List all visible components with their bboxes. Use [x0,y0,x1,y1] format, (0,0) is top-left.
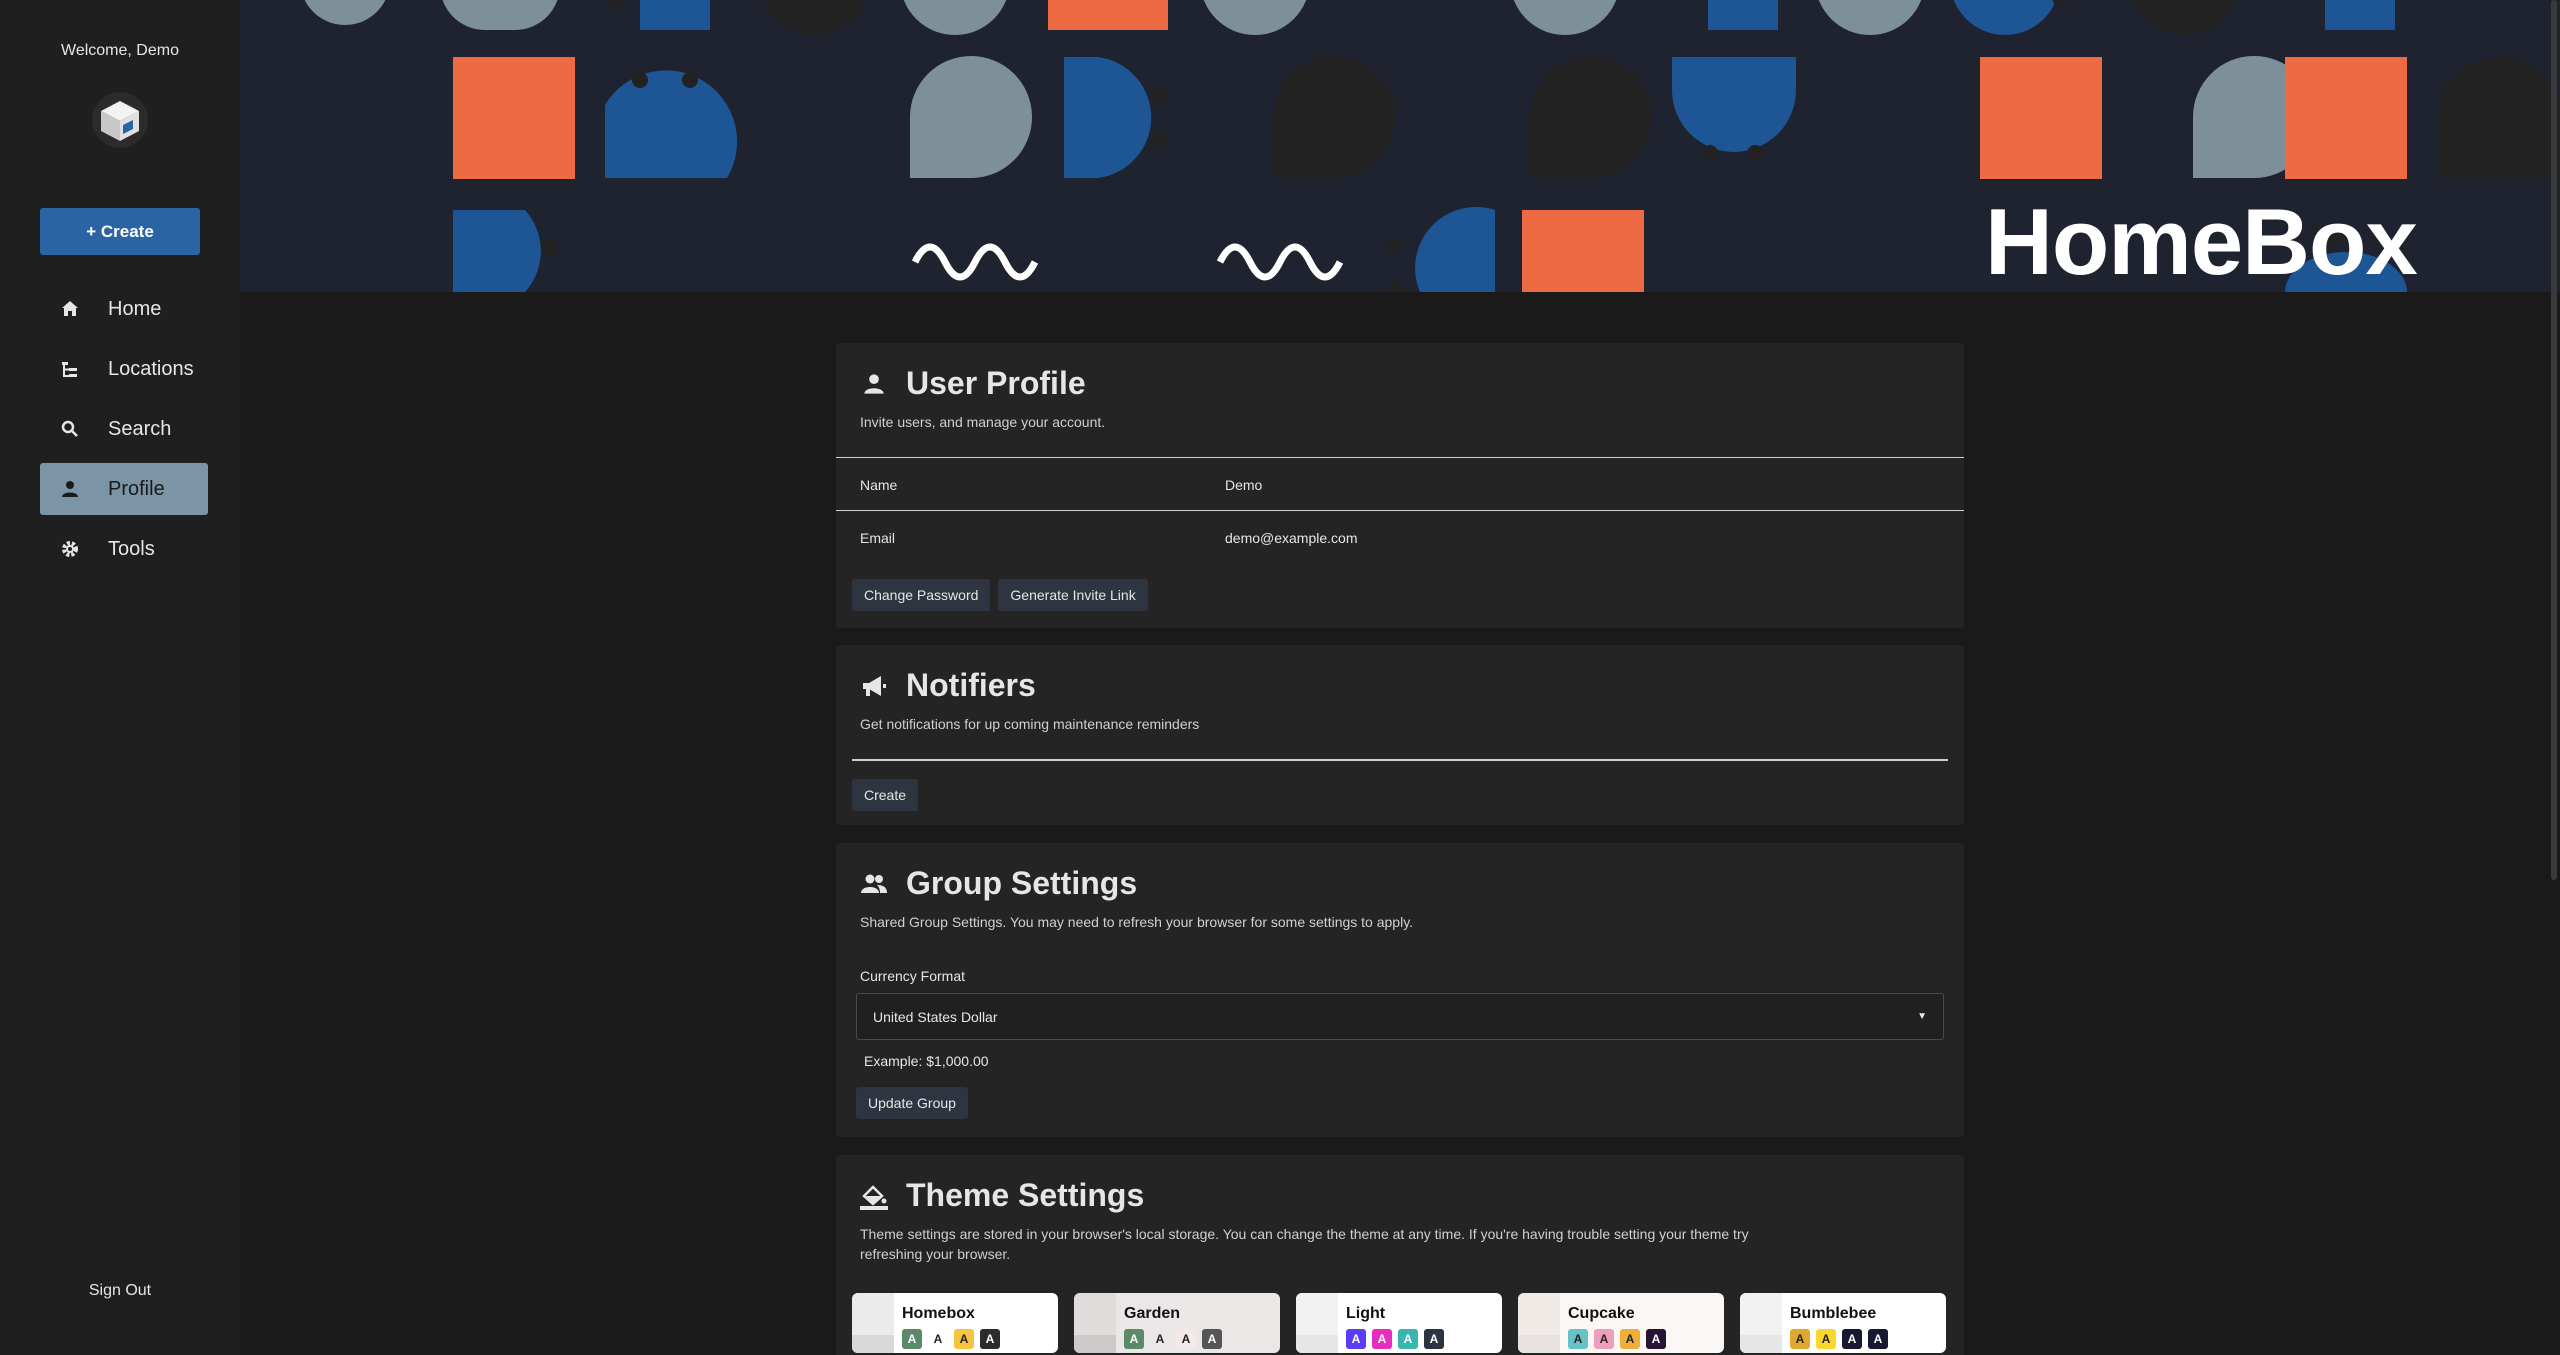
swatch: A [1124,1329,1144,1349]
email-label: Email [860,530,896,546]
currency-format-select[interactable]: United States Dollar ▼ [856,993,1944,1040]
currency-format-value: United States Dollar [873,1008,998,1025]
card-title: Notifiers [906,667,1036,703]
swatch: A [1176,1329,1196,1349]
box-logo-icon [101,101,139,141]
megaphone-icon [860,672,888,700]
theme-option-light[interactable]: Light A A A A [1296,1293,1502,1353]
theme-name: Garden [1124,1305,1181,1322]
swatch: A [1346,1329,1366,1349]
paint-bucket-icon [860,1182,888,1210]
currency-example: Example: $1,000.00 [864,1053,989,1069]
swatch: A [902,1329,922,1349]
theme-name: Bumblebee [1790,1305,1877,1322]
group-icon [860,870,888,898]
user-icon [56,479,84,499]
theme-option-bumblebee[interactable]: Bumblebee A A A A [1740,1293,1946,1353]
swatch: A [954,1329,974,1349]
page-scrollbar[interactable] [2551,0,2557,880]
change-password-button[interactable]: Change Password [852,579,991,611]
update-group-button[interactable]: Update Group [856,1087,968,1119]
currency-format-label: Currency Format [860,968,966,984]
divider [836,457,1964,458]
user-icon [860,370,888,398]
divider [852,759,1948,761]
sidebar-item-label: Search [108,417,172,440]
name-value: Demo [1225,477,1263,493]
brand-logo-text: HomeBox [1985,189,2418,292]
user-profile-card: User Profile Invite users, and manage yo… [836,343,1964,628]
theme-option-homebox[interactable]: Homebox A A A A [852,1293,1058,1353]
theme-name: Light [1346,1305,1386,1322]
theme-list: Homebox A A A A Garden A A A A Light A A… [852,1293,1946,1353]
swatch: A [1372,1329,1392,1349]
group-settings-card: Group Settings Shared Group Settings. Yo… [836,843,1964,1137]
sidebar-item-label: Locations [108,357,194,380]
gear-icon [56,539,84,559]
theme-name: Cupcake [1568,1305,1635,1322]
theme-option-garden[interactable]: Garden A A A A [1074,1293,1280,1353]
swatch: A [1568,1329,1588,1349]
card-title: User Profile [906,365,1086,401]
sign-out-link[interactable]: Sign Out [0,1282,240,1300]
create-notifier-button[interactable]: Create [852,779,919,811]
swatch: A [1842,1329,1862,1349]
card-subtitle: Shared Group Settings. You may need to r… [860,914,1414,930]
swatch: A [1594,1329,1614,1349]
card-subtitle: Invite users, and manage your account. [860,414,1106,430]
notifiers-card: Notifiers Get notifications for up comin… [836,645,1964,825]
app-logo[interactable] [92,92,148,148]
theme-settings-card: Theme Settings Theme settings are stored… [836,1155,1964,1355]
sidebar-item-search[interactable]: Search [40,403,208,455]
sidebar-item-profile[interactable]: Profile [40,463,208,515]
tree-icon [56,359,84,379]
sidebar-item-label: Home [108,297,162,320]
swatch: A [1790,1329,1810,1349]
sidebar-nav: Home Locations Search Profile Tools [40,283,208,583]
email-value: demo@example.com [1225,530,1358,546]
swatch: A [980,1329,1000,1349]
card-title: Theme Settings [906,1177,1145,1213]
swatch: A [1868,1329,1888,1349]
search-icon [56,419,84,439]
sidebar-item-tools[interactable]: Tools [40,523,208,575]
divider [836,510,1964,511]
card-subtitle: Theme settings are stored in your browse… [860,1226,1749,1262]
welcome-text: Welcome, Demo [61,42,179,59]
sidebar-item-home[interactable]: Home [40,283,208,335]
swatch: A [1424,1329,1444,1349]
swatch: A [1202,1329,1222,1349]
theme-name: Homebox [902,1305,975,1322]
theme-option-cupcake[interactable]: Cupcake A A A A [1518,1293,1724,1353]
sidebar-item-label: Tools [108,537,155,560]
generate-invite-link-button[interactable]: Generate Invite Link [998,579,1148,611]
caret-down-icon: ▼ [1917,1011,1927,1022]
sidebar: Welcome, Demo + Create Home Locations Se… [0,0,240,1355]
swatch: A [1150,1329,1170,1349]
name-label: Name [860,477,898,493]
swatch: A [1816,1329,1836,1349]
swatch: A [928,1329,948,1349]
sidebar-item-label: Profile [108,477,165,500]
header-banner: HomeBox [240,0,2560,292]
card-subtitle: Get notifications for up coming maintena… [860,716,1200,732]
create-button[interactable]: + Create [40,208,200,255]
swatch: A [1646,1329,1666,1349]
swatch: A [1398,1329,1418,1349]
card-title: Group Settings [906,865,1138,901]
sidebar-item-locations[interactable]: Locations [40,343,208,395]
home-icon [56,299,84,319]
swatch: A [1620,1329,1640,1349]
